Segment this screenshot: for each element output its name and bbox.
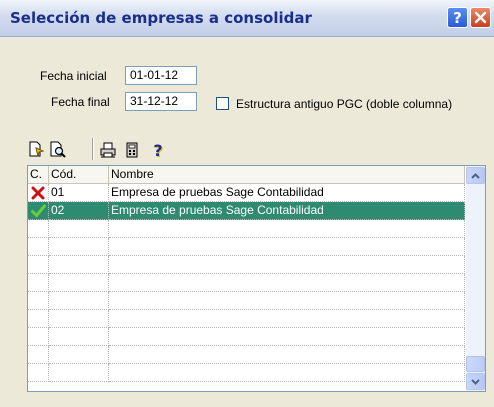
print-icon	[100, 142, 116, 158]
table-row-empty[interactable]	[28, 364, 465, 382]
table-row-empty[interactable]	[28, 256, 465, 274]
print-button[interactable]	[98, 140, 118, 160]
table-row-empty[interactable]	[28, 274, 465, 292]
help-button[interactable]: ?	[447, 7, 468, 28]
table-row-empty[interactable]	[28, 220, 465, 238]
vertical-scrollbar[interactable]	[466, 166, 485, 391]
close-button[interactable]	[470, 7, 491, 28]
green-check-icon	[31, 204, 46, 217]
find-button[interactable]	[48, 140, 68, 160]
help-button-label: ?	[453, 8, 462, 27]
scroll-up-button[interactable]	[466, 167, 485, 184]
estructura-pgc-label[interactable]: Estructura antiguo PGC (doble columna)	[236, 97, 452, 111]
table-row-selected[interactable]: 02 Empresa de pruebas Sage Contabilidad	[28, 202, 465, 220]
dialog-window: Selección de empresas a consolidar ? Fec…	[0, 0, 494, 407]
nombre-cell[interactable]: Empresa de pruebas Sage Contabilidad	[109, 184, 465, 202]
status-cell[interactable]	[28, 202, 49, 220]
table-row-empty[interactable]	[28, 238, 465, 256]
help-toolbar-button[interactable]: ?	[148, 140, 168, 160]
scroll-thumb[interactable]	[466, 356, 485, 372]
table-row-empty[interactable]	[28, 346, 465, 364]
table-row[interactable]: 01 Empresa de pruebas Sage Contabilidad	[28, 184, 465, 202]
empresas-table[interactable]: C. Cód. Nombre 01 Empresa de pruebas Sag…	[27, 165, 486, 392]
codigo-cell[interactable]: 02	[49, 202, 109, 220]
fecha-inicial-label: Fecha inicial	[40, 69, 107, 83]
table-row-empty[interactable]	[28, 310, 465, 328]
column-header-nombre[interactable]: Nombre	[109, 166, 465, 184]
title-bar[interactable]: Selección de empresas a consolidar ?	[0, 0, 494, 37]
table-row-empty[interactable]	[28, 328, 465, 346]
select-all-button[interactable]	[26, 140, 46, 160]
calculator-button[interactable]	[122, 140, 142, 160]
fecha-final-field[interactable]: 31-12-12	[125, 92, 197, 111]
chevron-down-icon	[471, 378, 480, 385]
scroll-down-button[interactable]	[466, 373, 485, 390]
toolbar-separator	[92, 138, 94, 160]
fecha-final-label: Fecha final	[51, 95, 110, 109]
close-icon	[474, 11, 487, 24]
column-header-c[interactable]: C.	[28, 166, 49, 184]
table-row-empty[interactable]	[28, 292, 465, 310]
nombre-cell[interactable]: Empresa de pruebas Sage Contabilidad	[109, 202, 465, 220]
calculator-icon	[126, 142, 138, 158]
codigo-cell[interactable]: 01	[49, 184, 109, 202]
status-cell[interactable]	[28, 184, 49, 202]
red-x-icon	[31, 186, 45, 200]
select-all-icon	[29, 141, 45, 157]
window-title: Selección de empresas a consolidar	[10, 9, 312, 27]
find-icon	[50, 141, 66, 158]
help-icon: ?	[153, 140, 163, 160]
chevron-up-icon	[471, 172, 480, 179]
column-header-codigo[interactable]: Cód.	[49, 166, 109, 184]
estructura-pgc-checkbox[interactable]	[216, 97, 229, 110]
fecha-inicial-field[interactable]: 01-01-12	[125, 66, 197, 85]
